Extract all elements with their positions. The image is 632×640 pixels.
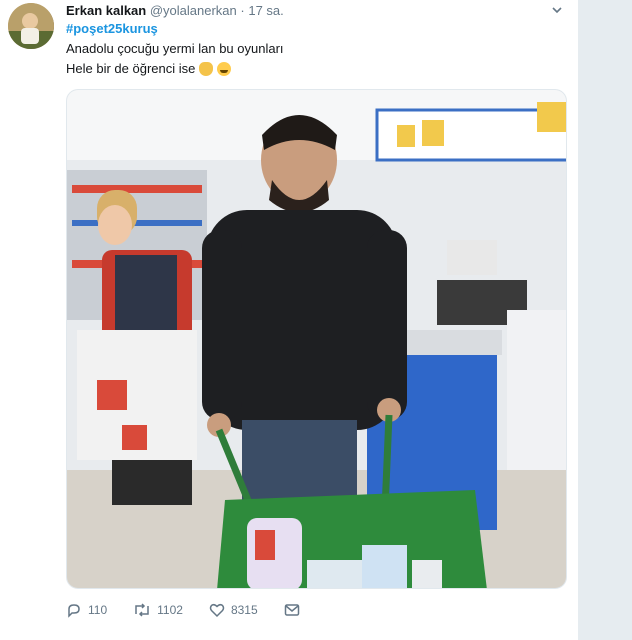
tweet-photo[interactable] xyxy=(66,89,567,589)
separator-dot: · xyxy=(240,3,245,18)
chevron-down-icon[interactable] xyxy=(549,4,565,20)
tweet-timestamp[interactable]: 17 sa. xyxy=(248,3,283,18)
heart-icon xyxy=(209,602,225,618)
reply-button[interactable]: 110 xyxy=(66,602,107,618)
retweet-button[interactable]: 1102 xyxy=(133,602,183,618)
author-handle[interactable]: @yolalanerkan xyxy=(150,3,237,18)
like-button[interactable]: 8315 xyxy=(209,602,258,618)
message-button[interactable] xyxy=(284,602,300,618)
envelope-icon xyxy=(284,602,300,618)
hashtag-link[interactable]: #poşet25kuruş xyxy=(66,21,158,37)
laughing-face-icon xyxy=(217,62,232,76)
tweet-actions: 110 1102 8315 xyxy=(66,600,326,620)
retweet-icon xyxy=(133,602,151,618)
photo-illustration xyxy=(67,90,566,588)
author-name[interactable]: Erkan kalkan xyxy=(66,3,146,18)
reply-icon xyxy=(66,602,82,618)
like-count: 8315 xyxy=(230,603,258,617)
tweet-text-line-2-text: Hele bir de öğrenci ise xyxy=(66,61,196,76)
retweet-count: 1102 xyxy=(157,603,183,617)
tweet-text-line-2: Hele bir de öğrenci ise xyxy=(66,61,232,77)
page-gutter xyxy=(578,0,632,640)
reply-count: 110 xyxy=(88,603,108,617)
avatar[interactable] xyxy=(8,3,54,49)
tweet-text-line-1: Anadolu çocuğu yermi lan bu oyunları xyxy=(66,41,284,56)
clapping-hand-icon xyxy=(199,62,214,76)
tweet-header: Erkan kalkan @yolalanerkan · 17 sa. xyxy=(66,3,284,19)
tweet-card[interactable]: Erkan kalkan @yolalanerkan · 17 sa. #poş… xyxy=(0,0,578,640)
